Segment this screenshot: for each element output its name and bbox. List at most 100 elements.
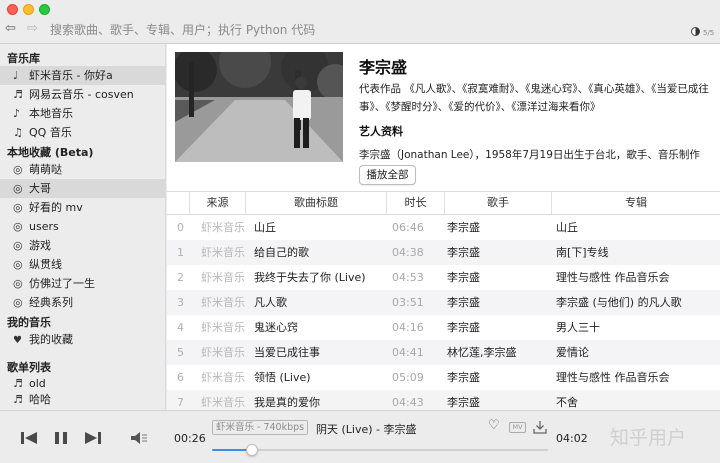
sidebar-item-collection[interactable]: ◎ 仿佛过了一生 xyxy=(0,274,165,293)
sidebar-item-netease[interactable]: ♬ 网易云音乐 - cosven xyxy=(0,85,165,104)
row-title[interactable]: 山丘 xyxy=(254,215,276,240)
watermark-text: 知乎用户 xyxy=(610,427,687,449)
row-album[interactable]: 南[下]专线 xyxy=(556,240,609,265)
sidebar-item-label: users xyxy=(29,220,59,233)
row-index: 4 xyxy=(177,321,184,334)
column-header-source[interactable]: 来源 xyxy=(189,192,245,214)
row-title[interactable]: 给自己的歌 xyxy=(254,240,309,265)
row-title[interactable]: 我终于失去了你 (Live) xyxy=(254,265,366,290)
download-icon[interactable] xyxy=(533,420,547,434)
sidebar-item-favorites[interactable]: ♥ 我的收藏 xyxy=(0,330,165,349)
collection-circle-icon: ◎ xyxy=(13,220,23,233)
window-maximize-button[interactable] xyxy=(39,4,50,15)
heart-outline-icon[interactable]: ♡ xyxy=(488,419,500,433)
window-close-button[interactable] xyxy=(7,4,18,15)
sidebar-item-collection[interactable]: ◎ 经典系列 xyxy=(0,293,165,312)
table-row[interactable]: 1 虾米音乐 给自己的歌 04:38 李宗盛 南[下]专线 xyxy=(167,240,720,265)
forward-arrow-icon[interactable]: ⇨ xyxy=(27,22,38,36)
song-table: 来源 歌曲标题 时长 歌手 专辑 0 虾米音乐 山丘 06:46 李宗盛 山丘 … xyxy=(167,191,720,410)
sidebar-item-qq-music[interactable]: ♫ QQ 音乐 xyxy=(0,123,165,142)
sidebar-item-collection[interactable]: ◎ 萌萌哒 xyxy=(0,160,165,179)
table-row[interactable]: 3 虾米音乐 凡人歌 03:51 李宗盛 李宗盛 (与他们) 的凡人歌 xyxy=(167,290,720,315)
table-row[interactable]: 4 虾米音乐 鬼迷心窍 04:16 李宗盛 男人三十 xyxy=(167,315,720,340)
column-header-album[interactable]: 专辑 xyxy=(551,192,720,214)
row-duration: 06:46 xyxy=(392,221,424,234)
row-artist[interactable]: 李宗盛 xyxy=(447,390,480,410)
sidebar-item-collection[interactable]: ◎ users xyxy=(0,217,165,236)
row-album[interactable]: 不舍 xyxy=(556,390,578,410)
row-title[interactable]: 鬼迷心窍 xyxy=(254,315,298,340)
row-source: 虾米音乐 xyxy=(201,271,245,284)
row-duration: 04:41 xyxy=(392,346,424,359)
row-artist[interactable]: 李宗盛 xyxy=(447,240,480,265)
collection-circle-icon: ◎ xyxy=(13,239,23,252)
sidebar-item-xiami[interactable]: ♩ 虾米音乐 - 你好a xyxy=(0,66,165,85)
artist-bio: 李宗盛（Jonathan Lee），1958年7月19日出生于台北，歌手、音乐制… xyxy=(359,149,700,161)
row-title[interactable]: 领悟 (Live) xyxy=(254,365,311,390)
mv-button[interactable]: MV xyxy=(509,422,526,433)
row-title[interactable]: 当爱已成往事 xyxy=(254,340,320,365)
sidebar-item-collection[interactable]: ◎ 游戏 xyxy=(0,236,165,255)
sidebar-item-playlist[interactable]: ♬ 哈哈 xyxy=(0,390,165,409)
window-minimize-button[interactable] xyxy=(23,4,34,15)
row-duration: 04:38 xyxy=(392,246,424,259)
column-header-title[interactable]: 歌曲标题 xyxy=(245,192,386,214)
table-row[interactable]: 2 虾米音乐 我终于失去了你 (Live) 04:53 李宗盛 理性与感性 作品… xyxy=(167,265,720,290)
artist-representative-works: 代表作品 《凡人歌》、《寂寞难耐》、《鬼迷心窍》、《真心英雄》、《当爱已成往事》… xyxy=(359,83,709,113)
row-artist[interactable]: 李宗盛 xyxy=(447,315,480,340)
sidebar: 音乐库 ♩ 虾米音乐 - 你好a ♬ 网易云音乐 - cosven ♪ 本地音乐 ♫ Q… xyxy=(0,44,166,410)
next-track-icon[interactable] xyxy=(84,431,102,445)
row-album[interactable]: 男人三十 xyxy=(556,315,600,340)
row-album[interactable]: 爱情论 xyxy=(556,340,589,365)
column-header-artist[interactable]: 歌手 xyxy=(444,192,551,214)
table-row[interactable]: 0 虾米音乐 山丘 06:46 李宗盛 山丘 xyxy=(167,215,720,240)
progress-thumb[interactable] xyxy=(246,444,259,456)
section-title-playlists: 歌单列表 xyxy=(7,361,51,374)
row-artist[interactable]: 李宗盛 xyxy=(447,365,480,390)
row-artist[interactable]: 李宗盛 xyxy=(447,265,480,290)
theme-toggle-icon[interactable] xyxy=(691,27,700,36)
previous-track-icon[interactable] xyxy=(20,431,38,445)
player-bar: 00:26 虾米音乐 - 740kbps 阴天 (Live) - 李宗盛 ♡ M… xyxy=(0,410,720,463)
table-row[interactable]: 7 虾米音乐 我是真的爱你 04:43 李宗盛 不舍 xyxy=(167,390,720,410)
row-source: 虾米音乐 xyxy=(201,321,245,334)
sidebar-item-label: 纵贯线 xyxy=(29,258,62,271)
row-artist[interactable]: 李宗盛 xyxy=(447,290,480,315)
music-notes-icon: ♬ xyxy=(13,393,23,406)
now-playing-title: 阴天 (Live) - 李宗盛 xyxy=(316,423,417,436)
search-input[interactable] xyxy=(50,20,570,40)
row-artist[interactable]: 李宗盛 xyxy=(447,215,480,240)
row-album[interactable]: 理性与感性 作品音乐会 xyxy=(556,265,670,290)
row-duration: 04:16 xyxy=(392,321,424,334)
section-title-my-music: 我的音乐 xyxy=(7,316,51,329)
progress-bar[interactable] xyxy=(212,444,548,456)
title-bar: ⇦ ⇨ 5/5 xyxy=(0,0,720,44)
row-source: 虾米音乐 xyxy=(201,396,245,409)
row-source: 虾米音乐 xyxy=(201,246,245,259)
artist-photo-image xyxy=(175,52,343,162)
row-album[interactable]: 李宗盛 (与他们) 的凡人歌 xyxy=(556,290,682,315)
column-header-index[interactable] xyxy=(167,192,189,214)
sidebar-item-label: 虾米音乐 - 你好a xyxy=(29,69,113,82)
play-all-button[interactable]: 播放全部 xyxy=(359,165,416,185)
sidebar-item-local-music[interactable]: ♪ 本地音乐 xyxy=(0,104,165,123)
sidebar-item-label: 好看的 mv xyxy=(29,201,83,214)
sidebar-item-collection[interactable]: ◎ 大哥 xyxy=(0,179,165,198)
sidebar-item-collection[interactable]: ◎ 好看的 mv xyxy=(0,198,165,217)
row-title[interactable]: 我是真的爱你 xyxy=(254,390,320,410)
row-album[interactable]: 理性与感性 作品音乐会 xyxy=(556,365,670,390)
sidebar-item-label: 网易云音乐 - cosven xyxy=(29,88,134,101)
back-arrow-icon[interactable]: ⇦ xyxy=(5,22,16,36)
row-album[interactable]: 山丘 xyxy=(556,215,578,240)
row-artist[interactable]: 林忆莲,李宗盛 xyxy=(447,340,517,365)
table-row[interactable]: 6 虾米音乐 领悟 (Live) 05:09 李宗盛 理性与感性 作品音乐会 xyxy=(167,365,720,390)
column-header-duration[interactable]: 时长 xyxy=(386,192,444,214)
sidebar-item-collection[interactable]: ◎ 纵贯线 xyxy=(0,255,165,274)
pause-icon[interactable] xyxy=(54,431,68,445)
table-row[interactable]: 5 虾米音乐 当爱已成往事 04:41 林忆莲,李宗盛 爱情论 xyxy=(167,340,720,365)
section-title-local-collections: 本地收藏 (Beta) xyxy=(7,146,94,159)
volume-icon[interactable] xyxy=(130,431,148,445)
collection-circle-icon: ◎ xyxy=(13,258,23,271)
sidebar-item-label: 经典系列 xyxy=(29,296,73,309)
row-title[interactable]: 凡人歌 xyxy=(254,290,287,315)
